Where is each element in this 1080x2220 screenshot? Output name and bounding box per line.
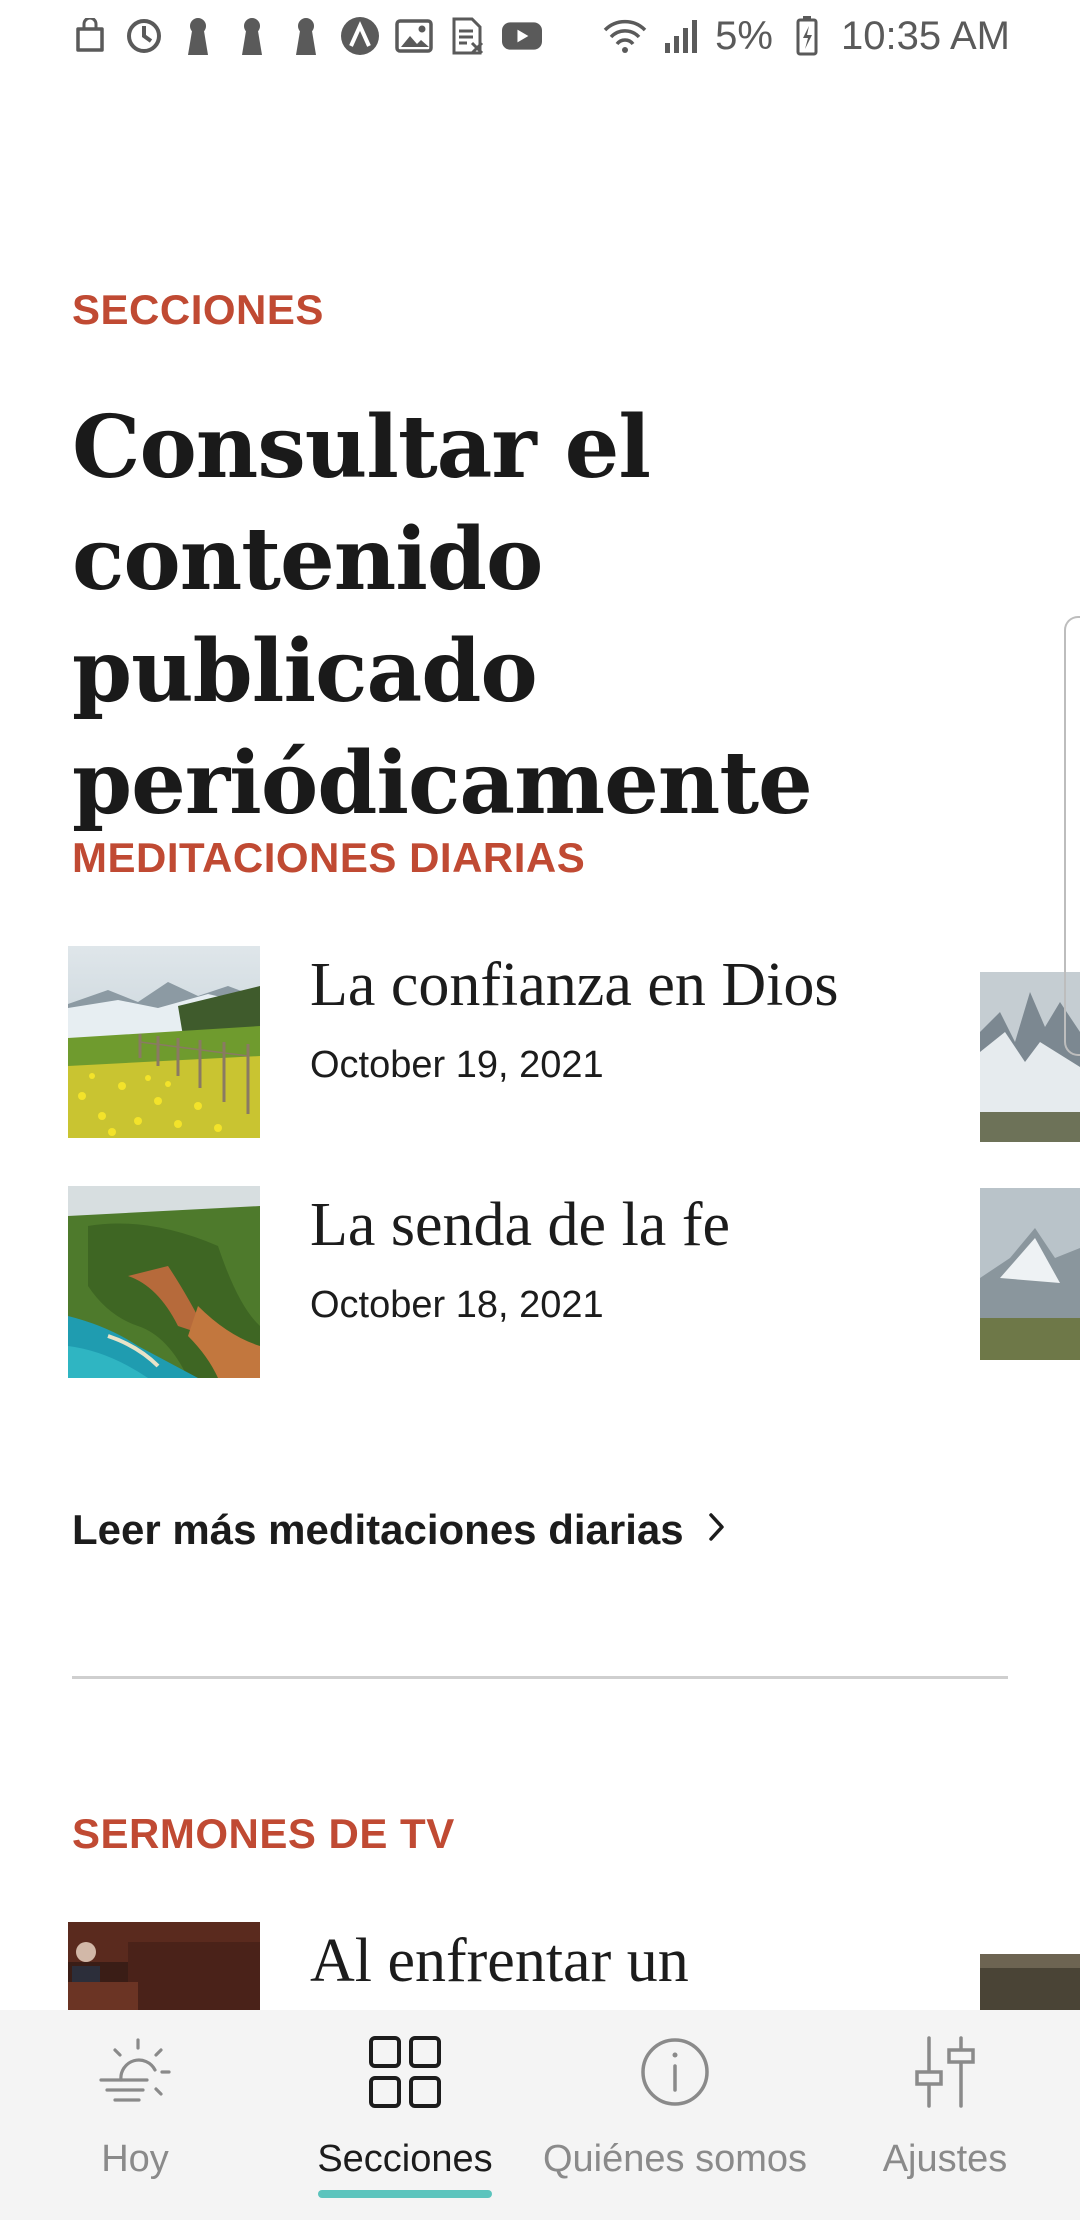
grid-icon [363,2030,447,2114]
info-icon [633,2030,717,2114]
sun-horizon-icon [93,2030,177,2114]
scroll-handle[interactable] [1064,616,1080,1056]
meditation-title: La confianza en Dios [310,951,839,1019]
active-tab-indicator [318,2190,492,2198]
signal-icon [659,16,703,56]
nav-item-ajustes[interactable]: Ajustes [810,2010,1080,2220]
nav-label-ajustes: Ajustes [882,2138,1008,2180]
page-title: Consultar el contenido publicado periódi… [72,397,813,834]
nav-label-hoy: Hoy [101,2138,169,2180]
bag-icon [70,16,110,56]
sermons-heading: SERMONES DE TV [72,1810,455,1857]
bottom-navigation: Hoy Secciones Quiénes somos Ajustes [0,2010,1080,2220]
keyhole-icon [286,16,326,56]
nav-label-secciones: Secciones [317,2138,493,2180]
sermon-title: Al enfrentar un [310,1927,689,1995]
battery-icon [785,16,829,56]
sync-icon [124,16,164,56]
nav-item-hoy[interactable]: Hoy [0,2010,270,2220]
more-meditations-link[interactable]: Leer más meditaciones diarias [72,1506,728,1554]
coastal-cliffs-image [68,1186,260,1378]
notification-icons [70,16,542,56]
sliders-icon [903,2030,987,2114]
nav-item-quienes-somos[interactable]: Quiénes somos [540,2010,810,2220]
meditation-date: October 19, 2021 [310,1044,604,1086]
mountain-peek-image[interactable] [980,1188,1080,1360]
meditations-heading: MEDITACIONES DIARIAS [72,834,586,881]
keyhole-icon [232,16,272,56]
meditation-card[interactable]: La confianza en Dios October 19, 2021 [68,946,968,1138]
meditation-date: October 18, 2021 [310,1284,604,1326]
more-meditations-label: Leer más meditaciones diarias [72,1506,684,1553]
chevron-right-icon [706,1506,728,1554]
sim-card-icon [448,16,488,56]
meditation-title: La senda de la fe [310,1191,730,1259]
system-status: 5% 10:35 AM [603,14,1010,59]
youtube-icon [502,16,542,56]
sermon-peek-image[interactable] [980,1954,1080,2014]
meadow-landscape-image [68,946,260,1138]
meditation-card[interactable]: La senda de la fe October 18, 2021 [68,1186,968,1378]
arrow-up-circle-icon [340,16,380,56]
keyhole-icon [178,16,218,56]
nav-item-secciones[interactable]: Secciones [270,2010,540,2220]
nav-label-quienes-somos: Quiénes somos [542,2138,807,2180]
section-eyebrow: SECCIONES [72,286,324,333]
clock: 10:35 AM [840,13,1010,58]
image-icon [394,16,434,56]
battery-percent: 5% [715,13,773,58]
wifi-icon [603,16,647,56]
status-bar: 5% 10:35 AM [0,0,1080,72]
section-divider [72,1676,1008,1679]
